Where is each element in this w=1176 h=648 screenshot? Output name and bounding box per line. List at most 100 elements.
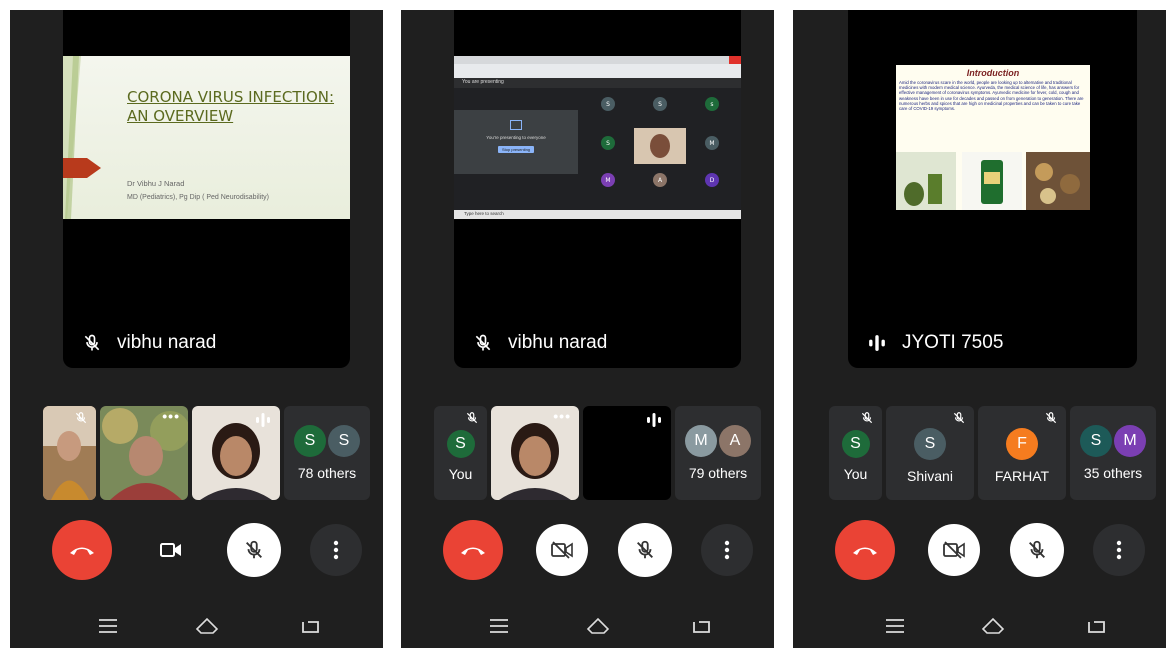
end-call-icon — [853, 547, 877, 555]
end-call-button[interactable] — [835, 520, 895, 580]
grid-avatar: S — [606, 101, 610, 108]
others-count-label: 79 others — [688, 465, 748, 481]
others-avatars: S S — [294, 425, 360, 457]
participant-tile-1[interactable] — [43, 406, 96, 500]
avatar: A — [719, 425, 751, 457]
grid-avatar: s — [710, 101, 713, 108]
participant-tile-farhat[interactable]: F FARHAT — [978, 406, 1066, 500]
camera-off-icon — [551, 541, 573, 559]
others-tile[interactable]: M A 79 others — [675, 406, 761, 500]
mic-off-icon — [1029, 540, 1045, 559]
menu-icon[interactable] — [885, 618, 905, 634]
end-call-button[interactable] — [52, 520, 112, 580]
more-options-button[interactable] — [310, 524, 362, 576]
slide-author: Dr Vibhu J Narad — [127, 179, 185, 188]
back-icon[interactable] — [300, 618, 320, 634]
self-tile[interactable]: S You — [434, 406, 487, 500]
android-nav-bar — [401, 617, 774, 642]
presentation-stage[interactable]: You are presenting You're presenting to … — [454, 10, 741, 368]
slide-title: Introduction — [966, 68, 1020, 78]
meet-screen-3: Introduction Amid the coronavirus scare … — [793, 10, 1166, 648]
end-call-icon — [461, 547, 485, 555]
participant-tile-blank[interactable] — [583, 406, 671, 500]
slide-title-line1: CORONA VIRUS INFECTION: — [127, 88, 335, 106]
more-horiz-icon[interactable]: ••• — [162, 408, 180, 424]
participant-tile-3[interactable] — [192, 406, 280, 500]
presenter-name-row: vibhu narad — [81, 332, 216, 354]
more-options-button[interactable] — [1093, 524, 1145, 576]
back-icon[interactable] — [691, 618, 711, 634]
avatar: S — [841, 430, 870, 458]
participant-strip: S You ••• M A 79 others — [434, 406, 761, 500]
more-vert-icon — [333, 540, 339, 560]
microphone-button[interactable] — [618, 523, 672, 577]
presenter-name: JYOTI 7505 — [902, 332, 1004, 353]
more-options-button[interactable] — [701, 524, 753, 576]
mic-off-icon — [81, 332, 103, 354]
mic-off-icon — [952, 411, 966, 428]
participant-tile-shivani[interactable]: S Shivani — [886, 406, 974, 500]
camera-button[interactable] — [145, 524, 197, 576]
home-icon[interactable] — [586, 617, 610, 635]
windows-taskbar: Type here to search — [454, 210, 741, 219]
participant-tile-video[interactable]: ••• — [491, 406, 579, 500]
grid-avatar: S — [658, 101, 662, 108]
browser-tab-bar — [454, 56, 741, 64]
slide-body: Amid the coronavirus scare in the world,… — [899, 80, 1084, 112]
mic-off-icon — [1044, 411, 1058, 428]
home-icon[interactable] — [981, 617, 1005, 635]
presenting-message: You're presenting to everyone — [486, 135, 546, 140]
herbal-images — [896, 152, 1090, 210]
speaking-icon — [646, 412, 662, 431]
microphone-button[interactable] — [1010, 523, 1064, 577]
taskbar-search: Type here to search — [464, 211, 504, 216]
present-icon — [510, 120, 522, 130]
more-vert-icon — [724, 540, 730, 560]
menu-icon[interactable] — [489, 618, 509, 634]
presenter-name: vibhu narad — [508, 332, 608, 353]
slide-degree: MD (Pediatrics), Pg Dip ( Ped Neurodisab… — [127, 194, 269, 201]
presentation-stage[interactable]: Introduction Amid the coronavirus scare … — [848, 10, 1137, 368]
camera-icon — [160, 543, 181, 557]
camera-button[interactable] — [928, 524, 980, 576]
others-count-label: 78 others — [297, 465, 357, 481]
menu-icon[interactable] — [98, 618, 118, 634]
others-tile[interactable]: S S 78 others — [284, 406, 370, 500]
others-tile[interactable]: S M 35 others — [1070, 406, 1156, 500]
call-controls — [10, 520, 383, 580]
mic-off-icon — [246, 540, 262, 559]
mic-off-icon — [637, 540, 653, 559]
participant-strip: ••• S S 78 others — [43, 406, 370, 500]
presentation-stage[interactable]: CORONA VIRUS INFECTION: AN OVERVIEW Dr V… — [63, 10, 350, 368]
participant-tile-2[interactable]: ••• — [100, 406, 188, 500]
avatar: F — [1006, 428, 1038, 460]
speaking-icon — [255, 412, 271, 431]
others-count-label: 35 others — [1083, 465, 1143, 481]
more-vert-icon — [1116, 540, 1122, 560]
presenter-name-row: vibhu narad — [472, 332, 607, 354]
browser-close-button — [729, 56, 741, 64]
mic-off-icon — [465, 411, 479, 428]
back-icon[interactable] — [1086, 618, 1106, 634]
presenting-bar: You are presenting — [454, 78, 741, 88]
android-nav-bar — [10, 617, 383, 642]
others-avatars: M A — [685, 425, 751, 457]
avatar: S — [446, 430, 475, 458]
avatar: S — [1080, 425, 1112, 457]
participant-grid-preview: S S s S M M A D — [601, 97, 719, 187]
self-tile[interactable]: S You — [829, 406, 882, 500]
self-label: You — [448, 466, 473, 482]
microphone-button[interactable] — [227, 523, 281, 577]
stop-presenting-button: Stop presenting — [498, 146, 535, 153]
grid-avatar: M — [709, 140, 714, 147]
end-call-button[interactable] — [443, 520, 503, 580]
camera-button[interactable] — [536, 524, 588, 576]
speaking-icon — [866, 332, 888, 354]
more-horiz-icon[interactable]: ••• — [553, 408, 571, 424]
end-call-icon — [70, 547, 94, 555]
home-icon[interactable] — [195, 617, 219, 635]
mic-off-icon — [860, 411, 874, 428]
call-controls — [793, 520, 1166, 580]
avatar: S — [328, 425, 360, 457]
slide-title: CORONA VIRUS INFECTION: AN OVERVIEW — [127, 88, 334, 126]
